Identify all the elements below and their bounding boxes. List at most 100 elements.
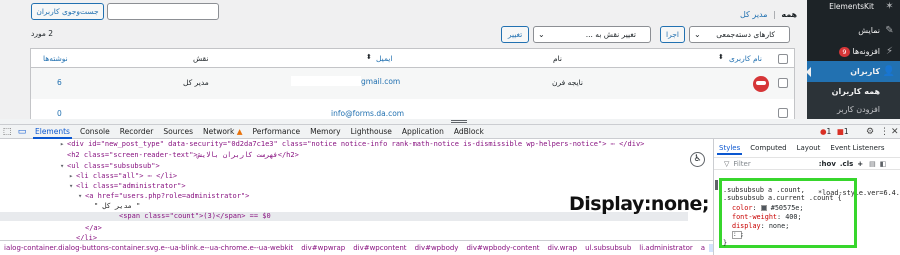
col-username[interactable]: نام کاربری: [729, 54, 762, 63]
dom-node[interactable]: ▸ <div id="new_post_type" data-security="…: [60, 140, 644, 149]
dom-node[interactable]: <h2 class="screen-reader-text">فهرست کار…: [60, 151, 299, 160]
dom-node[interactable]: " مدیر کل ": [87, 202, 140, 211]
inspect-element-icon[interactable]: ⬚: [0, 127, 14, 137]
col-posts[interactable]: نوشته‌ها: [43, 54, 68, 63]
select-all-checkbox[interactable]: [778, 54, 788, 64]
css-new-prop-editor[interactable]: : ;: [732, 231, 744, 239]
tab-elements[interactable]: Elements: [30, 125, 75, 139]
scrollbar[interactable]: [715, 180, 718, 190]
tab-recorder[interactable]: Recorder: [115, 125, 159, 139]
color-swatch-icon[interactable]: [760, 205, 767, 211]
new-rule-button[interactable]: +: [857, 160, 863, 168]
tab-memory[interactable]: Memory: [305, 125, 346, 139]
breadcrumb-item[interactable]: div#wpcontent: [349, 244, 410, 252]
submenu-add-user-label: افزودن کاربر: [836, 105, 880, 114]
filter-input[interactable]: Filter: [733, 160, 750, 168]
tab-styles[interactable]: Styles: [714, 142, 745, 155]
dom-node[interactable]: ▾ <li class="administrator">: [69, 182, 186, 191]
dom-node-source: </a>: [85, 224, 102, 232]
device-toolbar-icon[interactable]: ▭: [14, 127, 30, 137]
change-role-select[interactable]: تغییر نقش به ... ⌄: [533, 26, 651, 43]
dom-node[interactable]: ▾ <a href="users.php?role=administrator">: [78, 192, 249, 201]
breadcrumb-item[interactable]: div#wpbody: [411, 244, 463, 252]
submenu-all-users[interactable]: همه کاربران: [807, 82, 900, 100]
expand-toggle-icon[interactable]: ▾: [78, 192, 85, 201]
menu-users-label: کاربران: [850, 67, 880, 76]
menu-plugins[interactable]: ⚡ افزونه‌ها 9: [807, 41, 900, 62]
breadcrumb-item[interactable]: ul.subsubsub: [581, 244, 635, 252]
submenu-add-user[interactable]: افزودن کاربر: [807, 100, 900, 119]
filter-all-link[interactable]: همه: [781, 10, 797, 19]
message-icon: ■: [836, 127, 844, 136]
elements-panel: ▸ <div id="new_post_type" data-security="…: [0, 139, 713, 240]
hover-toggle[interactable]: :hov: [819, 160, 836, 168]
accessibility-icon[interactable]: ♿: [690, 152, 705, 167]
issue-counters[interactable]: ●1 ■1: [820, 125, 849, 139]
email-redaction: [291, 76, 361, 86]
row-posts[interactable]: 0: [57, 109, 62, 118]
expand-toggle-icon[interactable]: ▸: [60, 140, 67, 149]
styles-filter-row: ▽ Filter :hov .cls + ▤ ◧: [714, 157, 900, 170]
apply-button[interactable]: اجرا: [660, 26, 685, 43]
expand-toggle-icon[interactable]: ▾: [69, 182, 76, 191]
css-prop-font-weight[interactable]: font-weight: 400;: [732, 213, 802, 221]
col-email[interactable]: ایمیل: [376, 54, 392, 63]
breadcrumb-item[interactable]: a: [697, 244, 709, 252]
filter-admin-link[interactable]: مدیر کل: [740, 10, 768, 19]
expand-toggle-icon[interactable]: ▾: [60, 162, 67, 171]
tab-computed[interactable]: Computed: [745, 142, 791, 155]
row-posts[interactable]: 6: [57, 78, 62, 87]
css-prop-value: 400;: [785, 213, 802, 221]
warning-count: 1: [843, 127, 849, 136]
tab-sources[interactable]: Sources: [158, 125, 198, 139]
expand-toggle-icon[interactable]: ▸: [69, 172, 76, 181]
sort-icon: ⬍: [366, 53, 372, 61]
menu-users[interactable]: 👤 کاربران: [806, 61, 900, 82]
row-checkbox[interactable]: [778, 108, 788, 118]
update-count-badge: 9: [839, 46, 850, 57]
kebab-menu-icon[interactable]: ⋮: [880, 125, 889, 139]
user-search-input[interactable]: [107, 3, 219, 20]
class-toggle[interactable]: .cls: [840, 160, 853, 168]
chevron-down-icon: ⌄: [694, 30, 701, 39]
breadcrumb-item[interactable]: div#wpbody-content: [462, 244, 543, 252]
sidebar-toggle-icon[interactable]: ◧: [880, 160, 887, 168]
annotation-text: Display:none;: [569, 193, 710, 215]
dom-node[interactable]: ▸ <li class="all"> ⋯ </li>: [69, 172, 177, 181]
close-icon[interactable]: ✕: [891, 125, 899, 139]
dom-node[interactable]: </a>: [78, 224, 102, 233]
breadcrumb-item[interactable]: li.administrator: [635, 244, 696, 252]
error-count: 1: [826, 127, 832, 136]
col-name: نام: [553, 54, 563, 63]
tab-adblock[interactable]: AdBlock: [449, 125, 489, 139]
breadcrumb-item[interactable]: ialog-container.dialog-buttons-container…: [0, 244, 297, 252]
dom-node[interactable]: ▾ <ul class="subsubsub">: [60, 162, 160, 171]
css-prop-color[interactable]: color: #50575e;: [732, 204, 804, 212]
computed-toggle-icon[interactable]: ▤: [869, 160, 876, 168]
breadcrumb-item[interactable]: div.wrap: [544, 244, 582, 252]
tab-console[interactable]: Console: [75, 125, 115, 139]
breadcrumb-item[interactable]: div#wpwrap: [297, 244, 349, 252]
tab-event-listeners[interactable]: Event Listeners: [825, 142, 889, 155]
tab-layout[interactable]: Layout: [792, 142, 826, 155]
dom-node-source: <h2 class="screen-reader-text">فهرست کار…: [67, 151, 299, 159]
tab-lighthouse[interactable]: Lighthouse: [346, 125, 397, 139]
plugin-menu-item[interactable]: ✶ ElementsKit: [807, 0, 900, 12]
bulk-actions-select[interactable]: کارهای دسته‌جمعی ⌄: [689, 26, 790, 43]
sort-icon: ⬍: [718, 53, 724, 61]
tab-performance[interactable]: Performance: [248, 125, 306, 139]
search-users-button[interactable]: جست‌وجوی کاربران: [31, 3, 104, 20]
table-header: [31, 49, 794, 68]
tab-network[interactable]: Network ▲: [198, 125, 247, 139]
table-row: نایجه فرن gmail.com مدیر کل 6: [31, 68, 794, 99]
menu-appearance[interactable]: ✎ نمایش: [807, 20, 900, 41]
tab-application[interactable]: Application: [397, 125, 449, 139]
gear-icon[interactable]: ⚙: [866, 125, 874, 139]
row-checkbox[interactable]: [778, 78, 788, 88]
avatar: [753, 76, 769, 92]
css-prop-display[interactable]: display: none;: [732, 222, 789, 230]
row-email[interactable]: info@forms.da.com: [331, 109, 404, 118]
row-email[interactable]: gmail.com: [361, 77, 400, 86]
change-role-button[interactable]: تغییر: [501, 26, 529, 43]
tab-network-label: Network: [203, 126, 235, 136]
